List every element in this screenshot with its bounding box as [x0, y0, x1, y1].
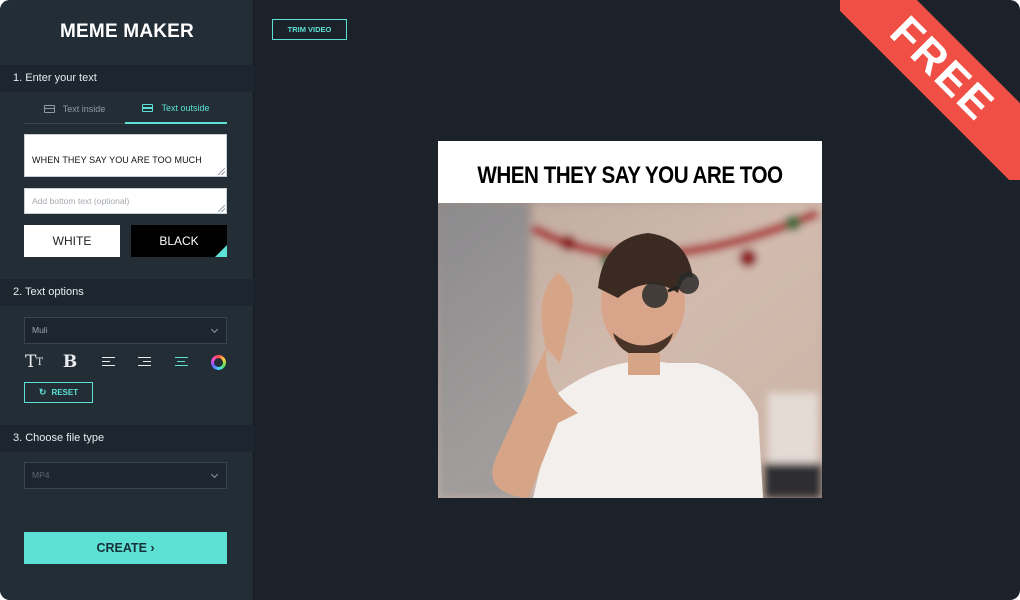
- trim-video-button[interactable]: TRIM VIDEO: [272, 19, 347, 40]
- white-text-button[interactable]: WHITE: [24, 225, 120, 257]
- text-outside-icon: [142, 104, 154, 112]
- text-position-tabs: Text inside Text outside: [24, 94, 227, 124]
- text-inside-icon: [43, 104, 55, 113]
- bottom-text-input[interactable]: Add bottom text (optional): [24, 188, 227, 214]
- sidebar: MEME MAKER 1. Enter your text Text insid…: [0, 0, 254, 600]
- tab-label: Text inside: [62, 103, 106, 114]
- black-button-label: BLACK: [159, 234, 199, 248]
- bottom-text-placeholder: Add bottom text (optional): [32, 196, 130, 206]
- create-button[interactable]: CREATE ›: [24, 532, 227, 564]
- reset-label: RESET: [51, 388, 79, 397]
- text-size-icon[interactable]: TT: [24, 352, 44, 372]
- top-text-input[interactable]: WHEN THEY SAY YOU ARE TOO MUCH: [24, 134, 227, 177]
- resize-handle-icon[interactable]: [218, 168, 225, 175]
- top-text-value: WHEN THEY SAY YOU ARE TOO MUCH: [32, 155, 202, 165]
- meme-caption: WHEN THEY SAY YOU ARE TOO MUCH: [438, 141, 822, 259]
- reset-button[interactable]: ↻ RESET: [24, 382, 93, 403]
- color-wheel-icon[interactable]: [208, 352, 228, 372]
- text-format-toolbar: TT B: [24, 352, 230, 372]
- app-logo: MEME MAKER: [60, 21, 194, 42]
- align-left-icon[interactable]: [98, 352, 118, 372]
- selected-corner-icon: [215, 245, 227, 257]
- black-text-button[interactable]: BLACK: [131, 225, 227, 257]
- section-file-type: 3. Choose file type: [0, 425, 254, 452]
- tab-text-outside[interactable]: Text outside: [125, 94, 227, 124]
- chevron-down-icon: [210, 325, 219, 334]
- free-badge: FREE: [840, 0, 1020, 180]
- free-ribbon: FREE: [840, 0, 1020, 180]
- tab-label: Text outside: [161, 103, 210, 113]
- bold-icon[interactable]: B: [60, 352, 80, 372]
- file-type-select[interactable]: MP4: [24, 462, 227, 489]
- app-window: MEME MAKER 1. Enter your text Text insid…: [0, 0, 1020, 600]
- refresh-icon: ↻: [38, 387, 47, 397]
- meme-image: [438, 203, 822, 498]
- align-right-icon[interactable]: [134, 352, 154, 372]
- section-text-options: 2. Text options: [0, 279, 254, 306]
- section-enter-text: 1. Enter your text: [0, 65, 254, 92]
- font-select[interactable]: Muli: [24, 317, 227, 344]
- meme-preview: WHEN THEY SAY YOU ARE TOO MUCH: [438, 141, 822, 498]
- resize-handle-icon[interactable]: [218, 205, 225, 212]
- meme-photo: [438, 203, 822, 498]
- tab-text-inside[interactable]: Text inside: [24, 94, 125, 124]
- chevron-down-icon: [210, 470, 219, 479]
- align-center-icon[interactable]: [171, 352, 191, 372]
- file-type-value: MP4: [32, 470, 50, 480]
- font-select-value: Muli: [32, 325, 48, 335]
